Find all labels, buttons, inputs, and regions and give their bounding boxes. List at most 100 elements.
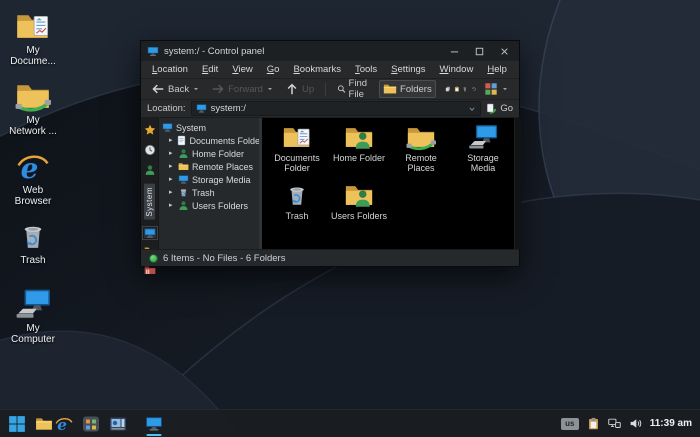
desktop-icon-label: MyDocume... bbox=[10, 45, 56, 67]
window-title: system:/ - Control panel bbox=[164, 46, 448, 57]
copy-button[interactable] bbox=[445, 82, 451, 96]
start-button[interactable] bbox=[8, 415, 26, 433]
folder-item-storage-media[interactable]: Storage Media bbox=[452, 124, 514, 182]
status-text: 6 Items - No Files - 6 Folders bbox=[163, 253, 285, 264]
menu-settings[interactable]: Settings bbox=[384, 64, 432, 75]
find-file-button[interactable]: Find File bbox=[333, 76, 376, 102]
maximize-button[interactable] bbox=[473, 45, 486, 58]
taskbar: e us 11:39 am bbox=[0, 409, 700, 437]
folder-icon bbox=[383, 82, 397, 96]
folder-item-documents-folder[interactable]: Documents Folder bbox=[266, 124, 328, 182]
file-manager-window: system:/ - Control panel LocationEditVie… bbox=[140, 40, 520, 267]
volume-tray-icon[interactable] bbox=[629, 417, 642, 430]
view-mode-button[interactable] bbox=[480, 80, 513, 98]
tray-icons bbox=[587, 417, 642, 430]
back-history-caret-icon[interactable] bbox=[192, 85, 200, 93]
menu-edit[interactable]: Edit bbox=[195, 64, 225, 75]
folder-item-label: Home Folder bbox=[333, 153, 385, 163]
tree-item-documents-folder[interactable]: ▸Documents Folder bbox=[162, 134, 259, 147]
status-bar: 6 Items - No Files - 6 Folders bbox=[141, 249, 519, 266]
folder-view: Documents Folder Home Folder Remote Places… bbox=[262, 118, 519, 249]
folder-item-remote-places[interactable]: Remote Places bbox=[390, 124, 452, 182]
close-button[interactable] bbox=[498, 45, 511, 58]
location-input[interactable]: system:/ bbox=[191, 101, 482, 116]
menu-go[interactable]: Go bbox=[260, 64, 287, 75]
menu-bookmarks[interactable]: Bookmarks bbox=[286, 64, 348, 75]
forward-label: Forward bbox=[228, 84, 263, 95]
scrollbar[interactable] bbox=[514, 118, 521, 249]
tree-item-storage-media[interactable]: ▸Storage Media bbox=[162, 173, 259, 186]
menu-tools[interactable]: Tools bbox=[348, 64, 384, 75]
network-tray-icon[interactable] bbox=[608, 417, 621, 430]
system-tab[interactable] bbox=[144, 228, 156, 239]
file-manager-launcher[interactable] bbox=[35, 415, 53, 433]
desktop-icon-my-computer[interactable]: MyComputer bbox=[4, 288, 62, 345]
folder-network-icon bbox=[15, 80, 51, 113]
forward-button[interactable]: Forward bbox=[207, 80, 278, 98]
location-bar: Location: system:/ Go bbox=[141, 100, 519, 118]
folder-item-label: Documents Folder bbox=[268, 153, 326, 173]
computer-icon bbox=[15, 288, 51, 321]
minimize-button[interactable] bbox=[448, 45, 461, 58]
expander-icon[interactable]: ▸ bbox=[169, 186, 175, 199]
desktop-icon-my-network-places[interactable]: MyNetwork ... bbox=[4, 80, 62, 137]
tree-root-label: System bbox=[176, 123, 206, 133]
keyboard-layout-badge[interactable]: us bbox=[561, 418, 579, 430]
expander-icon[interactable]: ▸ bbox=[169, 160, 175, 173]
tree-item-remote-places[interactable]: ▸Remote Places bbox=[162, 160, 259, 173]
folder-item-label: Trash bbox=[286, 211, 309, 221]
location-label: Location: bbox=[147, 103, 186, 114]
back-label: Back bbox=[168, 84, 189, 95]
menu-view[interactable]: View bbox=[225, 64, 259, 75]
desktop-icon-trash[interactable]: Trash bbox=[4, 220, 62, 275]
folder-item-label: Users Folders bbox=[331, 211, 387, 221]
tree-item-label: Home Folder bbox=[192, 149, 244, 159]
system-tab-label[interactable]: System bbox=[144, 184, 155, 220]
expander-icon[interactable]: ▸ bbox=[169, 134, 173, 147]
clipboard-tray-icon[interactable] bbox=[587, 417, 600, 430]
paste-button[interactable] bbox=[454, 82, 460, 96]
home-folder-tab[interactable] bbox=[144, 164, 156, 176]
folders-toggle-button[interactable]: Folders bbox=[379, 80, 436, 98]
monitor-icon bbox=[178, 174, 189, 185]
back-button[interactable]: Back bbox=[147, 80, 204, 98]
folder-item-home-folder[interactable]: Home Folder bbox=[328, 124, 390, 182]
browser-launcher[interactable]: e bbox=[55, 415, 73, 433]
menu-help[interactable]: Help bbox=[480, 64, 514, 75]
view-mode-caret-icon bbox=[501, 85, 509, 93]
desktop-icon-my-documents[interactable]: MyDocume... bbox=[4, 10, 62, 67]
expander-icon[interactable]: ▸ bbox=[169, 173, 175, 186]
location-value[interactable]: system:/ bbox=[211, 103, 465, 114]
menu-window[interactable]: Window bbox=[433, 64, 481, 75]
up-label: Up bbox=[302, 84, 314, 95]
undo-button[interactable] bbox=[471, 82, 477, 96]
tree-item-trash[interactable]: ▸ Trash bbox=[162, 186, 259, 199]
expander-icon[interactable]: ▸ bbox=[169, 147, 175, 160]
expander-icon[interactable]: ▸ bbox=[169, 199, 175, 212]
history-tab[interactable] bbox=[144, 144, 156, 156]
folder-documents-icon bbox=[15, 10, 51, 43]
tree-item-home-folder[interactable]: ▸ Home Folder bbox=[162, 147, 259, 160]
folder-item-users-folders[interactable]: Users Folders bbox=[328, 182, 390, 240]
menu-location[interactable]: Location bbox=[145, 64, 195, 75]
bookmarks-tab[interactable] bbox=[144, 124, 156, 136]
clock[interactable]: 11:39 am bbox=[650, 418, 692, 429]
tree-item-label: Trash bbox=[192, 188, 215, 198]
titlebar[interactable]: system:/ - Control panel bbox=[141, 41, 519, 61]
folder-item-trash[interactable]: Trash bbox=[266, 182, 328, 240]
folder-network-icon bbox=[406, 124, 436, 151]
up-button[interactable]: Up bbox=[281, 80, 318, 98]
system-monitor-launcher[interactable] bbox=[109, 415, 127, 433]
services-tab[interactable] bbox=[144, 265, 156, 276]
apps-launcher[interactable] bbox=[82, 415, 100, 433]
active-task-indicator bbox=[147, 434, 162, 436]
desktop-icon-label: WebBrowser bbox=[15, 185, 52, 207]
desktop-icon-web-browser[interactable]: eWebBrowser bbox=[4, 150, 62, 207]
location-dropdown-icon[interactable] bbox=[468, 105, 476, 113]
delete-button[interactable] bbox=[462, 82, 468, 96]
go-icon bbox=[486, 103, 497, 114]
tree-item-users-folders[interactable]: ▸Users Folders bbox=[162, 199, 259, 212]
go-button[interactable]: Go bbox=[486, 103, 513, 114]
task-control-panel[interactable] bbox=[142, 410, 166, 437]
tree-root-system[interactable]: System bbox=[162, 121, 259, 134]
